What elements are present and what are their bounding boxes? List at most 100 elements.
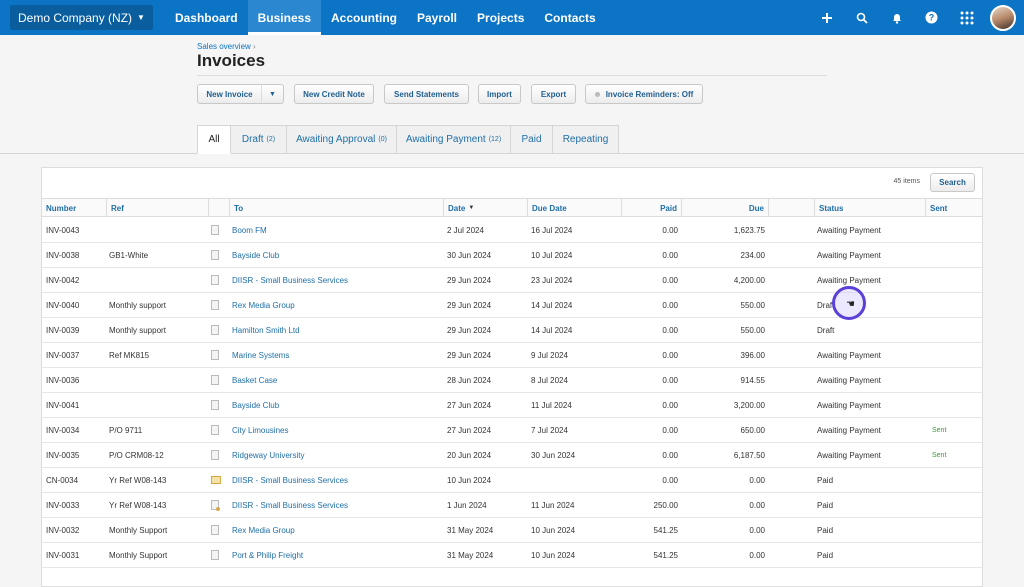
- col-date[interactable]: Date ▼: [443, 199, 527, 217]
- table-row[interactable]: INV-0035 P/O CRM08-12 Ridgeway University 2…: [42, 443, 982, 468]
- cell-due-date: 14 Jul 2024: [531, 300, 573, 310]
- plus-icon[interactable]: [809, 0, 844, 35]
- avatar[interactable]: [990, 4, 1016, 31]
- table-row[interactable]: INV-0039 Monthly support Hamilton Smith Lt…: [42, 318, 982, 343]
- cell-to[interactable]: Hamilton Smith Ltd: [232, 318, 442, 342]
- col-due[interactable]: Due: [681, 199, 768, 217]
- new-invoice-dropdown[interactable]: ▼: [261, 84, 284, 104]
- export-button[interactable]: Export: [531, 84, 576, 104]
- cell-to[interactable]: Boom FM: [232, 218, 442, 242]
- table-row[interactable]: INV-0036 Basket Case 28 Jun 2024 8 Jul 2024…: [42, 368, 982, 393]
- document-icon-cell: [211, 218, 225, 242]
- col-to[interactable]: To: [229, 199, 443, 217]
- nav-payroll[interactable]: Payroll: [407, 0, 467, 35]
- cell-due: 650.00: [740, 425, 765, 435]
- cell-to[interactable]: City Limousines: [232, 418, 442, 442]
- cell-due-date: 11 Jun 2024: [531, 500, 575, 510]
- cell-date: 29 Jun 2024: [447, 275, 492, 285]
- cell-to[interactable]: Port & Philip Freight: [232, 543, 442, 567]
- bell-icon[interactable]: [879, 0, 914, 35]
- table-row[interactable]: INV-0031 Monthly Support Port & Philip Fre…: [42, 543, 982, 568]
- send-statements-button[interactable]: Send Statements: [384, 84, 469, 104]
- invoice-reminders-button[interactable]: Invoice Reminders: Off: [585, 84, 703, 104]
- tab-awaiting-payment[interactable]: Awaiting Payment (12): [397, 125, 511, 154]
- col-due-date[interactable]: Due Date: [527, 199, 621, 217]
- tab-label: All: [208, 134, 220, 145]
- tab-paid[interactable]: Paid: [511, 125, 553, 154]
- credit-note-icon: [211, 476, 221, 484]
- cell-to[interactable]: Marine Systems: [232, 343, 442, 367]
- nav-contacts[interactable]: Contacts: [534, 0, 605, 35]
- org-switcher[interactable]: Demo Company (NZ) ▼: [10, 5, 153, 30]
- tab-repeating[interactable]: Repeating: [553, 125, 619, 154]
- cell-to[interactable]: Bayside Club: [232, 393, 442, 417]
- cell-to[interactable]: Bayside Club: [232, 243, 442, 267]
- cell-due-date: 30 Jun 2024: [531, 450, 576, 460]
- cell-to[interactable]: Ridgeway University: [232, 443, 442, 467]
- cell-to[interactable]: Rex Media Group: [232, 293, 442, 317]
- breadcrumb-sales-overview[interactable]: Sales overview: [197, 42, 251, 51]
- apps-grid-icon[interactable]: [949, 0, 984, 35]
- table-row[interactable]: INV-0043 Boom FM 2 Jul 2024 16 Jul 2024 0.00…: [42, 218, 982, 243]
- nav-accounting[interactable]: Accounting: [321, 0, 407, 35]
- cell-paid: 250.00: [653, 500, 678, 510]
- cell-due: 914.55: [740, 375, 765, 385]
- nav-dashboard[interactable]: Dashboard: [165, 0, 248, 35]
- cell-ref: Ref MK815: [109, 350, 150, 360]
- top-nav: Demo Company (NZ) ▼ Dashboard Business A…: [0, 0, 1024, 35]
- cell-status: Paid: [817, 550, 834, 560]
- col-number[interactable]: Number: [42, 199, 106, 217]
- document-icon: [211, 325, 219, 335]
- table-row[interactable]: INV-0034 P/O 9711 City Limousines 27 Jun 20…: [42, 418, 982, 443]
- help-icon[interactable]: ?: [914, 0, 949, 35]
- new-credit-note-button[interactable]: New Credit Note: [294, 84, 374, 104]
- tab-awaiting-approval[interactable]: Awaiting Approval (0): [287, 125, 397, 154]
- cell-number: INV-0034: [46, 425, 80, 435]
- cell-to[interactable]: DIISR - Small Business Services: [232, 493, 442, 517]
- hand-cursor-icon: ☚: [846, 299, 855, 310]
- cell-due: 1,623.75: [733, 225, 765, 235]
- cell-to[interactable]: Basket Case: [232, 368, 442, 392]
- table-row[interactable]: INV-0033 Yr Ref W08-143 DIISR - Small Busi…: [42, 493, 982, 518]
- cell-sent: [932, 368, 962, 392]
- org-name: Demo Company (NZ): [18, 10, 133, 25]
- col-sent[interactable]: Sent: [925, 199, 963, 217]
- cell-to[interactable]: Rex Media Group: [232, 518, 442, 542]
- table-row[interactable]: CN-0034 Yr Ref W08-143 DIISR - Small Busin…: [42, 468, 982, 493]
- search-button[interactable]: Search: [930, 173, 975, 192]
- col-ref[interactable]: Ref: [106, 199, 208, 217]
- cell-sent: [932, 468, 962, 492]
- chevron-down-icon: ▼: [269, 90, 276, 98]
- table-row[interactable]: INV-0041 Bayside Club 27 Jun 2024 11 Jul 20…: [42, 393, 982, 418]
- cell-to[interactable]: DIISR - Small Business Services: [232, 468, 442, 492]
- table-row[interactable]: INV-0032 Monthly Support Rex Media Group 31…: [42, 518, 982, 543]
- import-button[interactable]: Import: [478, 84, 521, 104]
- cell-to[interactable]: DIISR - Small Business Services: [232, 268, 442, 292]
- col-paid[interactable]: Paid: [621, 199, 681, 217]
- new-invoice-button[interactable]: New Invoice: [197, 84, 262, 104]
- document-icon-cell: [211, 493, 225, 517]
- cell-sent: [932, 493, 962, 517]
- document-icon-cell: [211, 368, 225, 392]
- cell-sent: [932, 393, 962, 417]
- document-icon-cell: [211, 418, 225, 442]
- table-row[interactable]: INV-0038 GB1-White Bayside Club 30 Jun 2024…: [42, 243, 982, 268]
- table-row[interactable]: INV-0037 Ref MK815 Marine Systems 29 Jun 20…: [42, 343, 982, 368]
- tab-all[interactable]: All: [197, 125, 231, 154]
- cell-due: 234.00: [740, 250, 765, 260]
- document-icon: [211, 400, 219, 410]
- search-icon[interactable]: [844, 0, 879, 35]
- cell-paid: 541.25: [653, 525, 678, 535]
- cell-due-date: [531, 468, 621, 492]
- cell-date: 1 Jun 2024: [447, 500, 487, 510]
- tab-label: Awaiting Approval: [296, 134, 376, 145]
- nav-projects[interactable]: Projects: [467, 0, 534, 35]
- tab-draft[interactable]: Draft (2): [231, 125, 287, 154]
- invoices-panel: 45 items Search Number Ref To Date ▼ Due …: [41, 167, 983, 587]
- col-attachment: [208, 199, 229, 217]
- nav-business[interactable]: Business: [247, 0, 322, 35]
- cell-ref: Yr Ref W08-143: [109, 500, 167, 510]
- cell-date: 29 Jun 2024: [447, 350, 492, 360]
- col-status[interactable]: Status: [814, 199, 925, 217]
- document-icon-cell: [211, 518, 225, 542]
